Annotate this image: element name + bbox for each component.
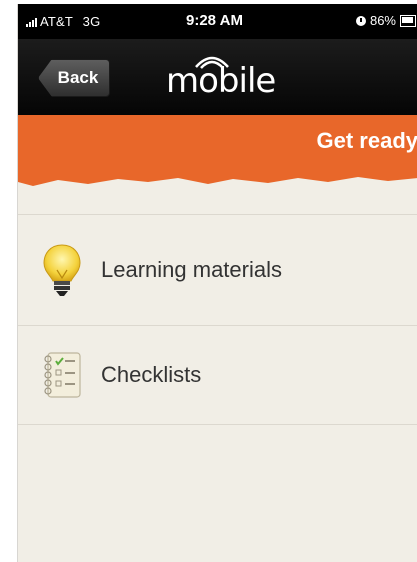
network-type: 3G xyxy=(82,14,101,29)
list-divider xyxy=(18,424,417,425)
menu-list: Learning materials Checklists xyxy=(18,214,417,425)
list-item-learning-materials[interactable]: Learning materials xyxy=(18,215,417,325)
status-time: 9:28 AM xyxy=(186,12,243,29)
section-header: Get ready xyxy=(18,115,417,175)
carrier-label: AT&T 3G xyxy=(40,14,100,29)
list-item-label: Checklists xyxy=(101,362,202,387)
list-item-label: Learning materials xyxy=(101,257,282,282)
mobile-logo: mobile xyxy=(166,51,286,103)
torn-paper-edge xyxy=(18,172,417,186)
status-bar: AT&T 3G 9:28 AM 86% xyxy=(18,4,417,39)
lightbulb-icon xyxy=(43,244,81,296)
battery-icon xyxy=(400,14,416,27)
list-item-checklists[interactable]: Checklists xyxy=(18,326,417,424)
section-title: Get ready xyxy=(316,128,417,153)
battery-percent: 86% xyxy=(369,13,396,28)
logo-text: mobile xyxy=(166,61,276,101)
checklist-icon xyxy=(44,352,81,398)
battery-status: 86% xyxy=(355,13,417,28)
back-button[interactable]: Back xyxy=(38,59,110,97)
navigation-bar: Back mobile xyxy=(18,39,417,115)
app-screen: AT&T 3G 9:28 AM 86% Back mobile Get read… xyxy=(17,4,417,562)
signal-strength-icon xyxy=(26,17,37,27)
carrier-name: AT&T xyxy=(40,14,73,29)
alarm-clock-icon xyxy=(355,15,366,26)
